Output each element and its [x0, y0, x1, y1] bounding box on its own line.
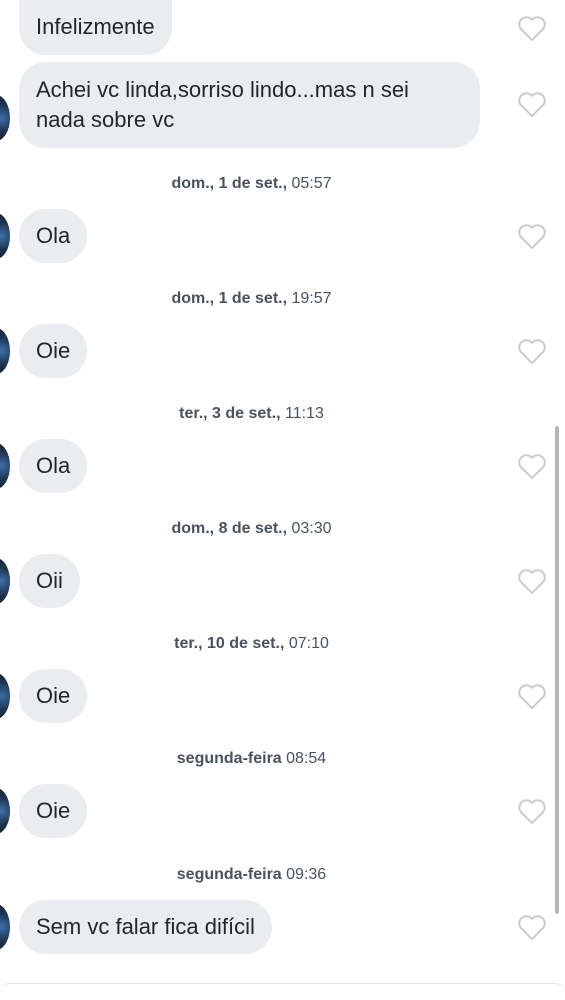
heart-icon[interactable] — [516, 797, 548, 825]
message-bubble[interactable]: Oie — [19, 324, 88, 378]
timestamp-day: dom., 1 de set., — [171, 290, 288, 307]
message-text: Oie — [36, 683, 71, 708]
heart-icon[interactable] — [516, 222, 548, 250]
timestamp-time: 05:57 — [291, 175, 332, 192]
heart-icon[interactable] — [516, 913, 548, 941]
message-bubble[interactable]: Achei vc linda,sorriso lindo...mas n sei… — [19, 62, 480, 148]
timestamp: segunda-feira 08:54 — [0, 750, 503, 768]
avatar[interactable] — [0, 328, 10, 374]
message-text: Oie — [36, 798, 71, 823]
timestamp-day: segunda-feira — [176, 866, 282, 883]
timestamp-time: 07:10 — [288, 635, 329, 652]
message-text: Sem vc falar fica difícil — [36, 914, 255, 939]
scrollbar[interactable] — [555, 426, 559, 914]
timestamp: ter., 3 de set., 11:13 — [0, 405, 503, 423]
message-text: Oii — [36, 568, 63, 593]
message-text: Infelizmente — [36, 14, 155, 39]
avatar[interactable] — [0, 95, 10, 141]
timestamp: segunda-feira 09:36 — [0, 866, 503, 884]
avatar[interactable] — [0, 443, 10, 489]
message-text: Ola — [36, 453, 71, 478]
message-bubble[interactable]: Infelizmente — [19, 0, 172, 55]
message-bubble[interactable]: Sem vc falar fica difícil — [19, 900, 272, 954]
timestamp-time: 09:36 — [286, 866, 327, 883]
avatar[interactable] — [0, 788, 10, 834]
heart-icon[interactable] — [516, 567, 548, 595]
timestamp-day: ter., 10 de set., — [174, 635, 285, 652]
timestamp: ter., 10 de set., 07:10 — [0, 635, 503, 653]
message-bubble[interactable]: Oie — [19, 784, 88, 838]
message-thread: Infelizmente Achei vc linda,sorriso lind… — [0, 0, 565, 1000]
heart-icon[interactable] — [516, 90, 548, 118]
heart-icon[interactable] — [516, 682, 548, 710]
heart-icon[interactable] — [516, 337, 548, 365]
timestamp: dom., 8 de set., 03:30 — [0, 520, 503, 538]
heart-icon[interactable] — [516, 14, 548, 42]
avatar[interactable] — [0, 904, 10, 950]
avatar[interactable] — [0, 213, 10, 259]
heart-icon[interactable] — [516, 452, 548, 480]
message-bubble[interactable]: Oii — [19, 554, 80, 608]
avatar[interactable] — [0, 558, 10, 604]
timestamp-time: 19:57 — [291, 290, 332, 307]
timestamp-day: ter., 3 de set., — [179, 405, 281, 422]
message-text: Oie — [36, 338, 71, 363]
timestamp: dom., 1 de set., 05:57 — [0, 175, 503, 193]
timestamp-time: 11:13 — [284, 405, 324, 422]
timestamp: dom., 1 de set., 19:57 — [0, 290, 503, 308]
avatar[interactable] — [0, 673, 10, 719]
timestamp-time: 08:54 — [286, 750, 327, 767]
timestamp-day: segunda-feira — [176, 750, 282, 767]
message-bubble[interactable]: Ola — [19, 439, 88, 493]
message-bubble[interactable]: Oie — [19, 669, 88, 723]
message-bubble[interactable]: Ola — [19, 209, 88, 263]
timestamp-time: 03:30 — [291, 520, 332, 537]
message-text: Achei vc linda,sorriso lindo...mas n sei… — [36, 77, 409, 132]
message-text: Ola — [36, 223, 71, 248]
timestamp-day: dom., 1 de set., — [171, 175, 288, 192]
message-composer[interactable] — [0, 983, 565, 1000]
timestamp-day: dom., 8 de set., — [171, 520, 288, 537]
